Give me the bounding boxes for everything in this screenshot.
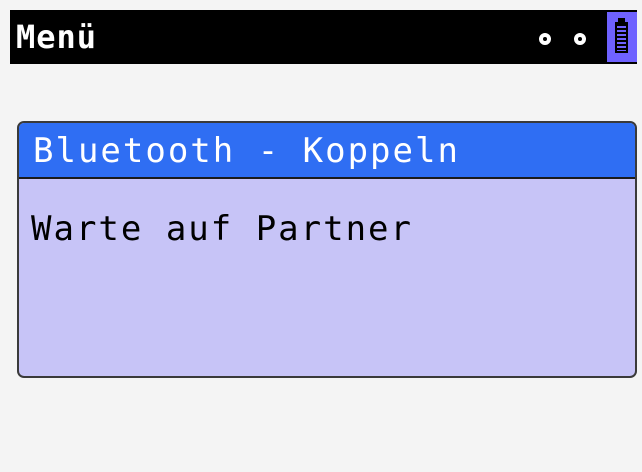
status-indicator-2-icon (574, 33, 586, 45)
battery-indicator (607, 12, 637, 62)
status-indicator-1-icon (539, 33, 551, 45)
header-bar: Menü (10, 10, 637, 64)
battery-icon (615, 22, 628, 53)
menu-title: Menü (16, 18, 98, 56)
dialog-title: Bluetooth - Koppeln (33, 131, 460, 171)
dialog-titlebar: Bluetooth - Koppeln (19, 123, 635, 179)
dialog-message: Warte auf Partner (31, 209, 413, 249)
bluetooth-pairing-dialog: Bluetooth - Koppeln Warte auf Partner (17, 121, 637, 378)
device-screen: Menü Bluetooth - Koppeln Warte auf Partn… (0, 0, 642, 472)
